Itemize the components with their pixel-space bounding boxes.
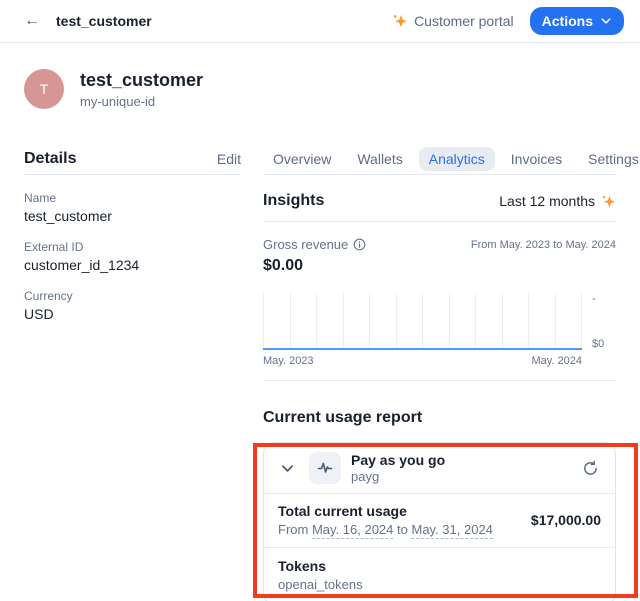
customer-name: test_customer — [80, 70, 203, 91]
tab-invoices[interactable]: Invoices — [501, 147, 572, 171]
tab-wallets[interactable]: Wallets — [347, 147, 412, 171]
details-panel: Details Edit Name test_customer External… — [24, 143, 241, 601]
period-end-date[interactable]: May. 31, 2024 — [411, 522, 492, 539]
field-label: Currency — [24, 289, 241, 303]
usage-card: Pay as you go payg Total current usage F… — [263, 442, 616, 601]
usage-total-label: Total current usage — [278, 503, 493, 519]
tab-settings[interactable]: Settings — [578, 147, 640, 171]
usage-report-heading: Current usage report — [263, 409, 616, 427]
period-word: to — [397, 522, 408, 537]
y-axis-tick: - — [592, 293, 616, 305]
tab-overview[interactable]: Overview — [263, 147, 341, 171]
tab-bar: Overview Wallets Analytics Invoices Sett… — [263, 143, 616, 175]
insights-heading: Insights — [263, 192, 324, 210]
main-panel: Overview Wallets Analytics Invoices Sett… — [263, 143, 616, 601]
avatar: T — [24, 69, 64, 109]
top-bar: ← test_customer Customer portal Actions — [0, 0, 640, 43]
usage-total-amount: $17,000.00 — [531, 512, 601, 528]
refresh-icon[interactable] — [580, 458, 601, 479]
field-label: Name — [24, 191, 241, 205]
detail-field-external-id: External ID customer_id_1234 — [24, 240, 241, 273]
pulse-icon — [309, 452, 341, 484]
charge-name: Tokens — [278, 558, 601, 574]
customer-external-id: my-unique-id — [80, 94, 203, 109]
edit-button[interactable]: Edit — [217, 151, 241, 167]
period-start-date[interactable]: May. 16, 2024 — [312, 522, 393, 539]
topbar-title: test_customer — [56, 13, 152, 29]
field-value: test_customer — [24, 208, 241, 224]
tab-analytics[interactable]: Analytics — [419, 147, 495, 171]
avatar-initial: T — [40, 81, 49, 97]
customer-portal-label: Customer portal — [414, 13, 514, 29]
usage-total-row: Total current usage From May. 16, 2024 t… — [264, 494, 615, 547]
info-icon[interactable] — [353, 238, 366, 251]
period-label: Last 12 months — [499, 193, 595, 209]
period-word: From — [278, 522, 308, 537]
actions-button[interactable]: Actions — [530, 7, 624, 35]
customer-portal-link[interactable]: Customer portal — [392, 13, 514, 29]
customer-page: ← test_customer Customer portal Actions … — [0, 0, 640, 601]
sparkle-icon — [392, 13, 408, 29]
x-axis-tick: May. 2024 — [531, 355, 582, 367]
gross-revenue-label: Gross revenue — [263, 237, 348, 252]
insights-header: Insights Last 12 months — [263, 175, 616, 222]
collapse-chevron-icon[interactable] — [278, 459, 297, 478]
field-label: External ID — [24, 240, 241, 254]
detail-field-currency: Currency USD — [24, 289, 241, 322]
plan-name: Pay as you go — [351, 452, 445, 468]
x-axis-tick: May. 2023 — [263, 355, 314, 367]
details-heading: Details — [24, 150, 76, 168]
field-value: USD — [24, 306, 241, 322]
gross-revenue-amount: $0.00 — [263, 257, 616, 275]
actions-button-label: Actions — [542, 13, 593, 29]
usage-period: From May. 16, 2024 to May. 31, 2024 — [278, 522, 493, 537]
field-value: customer_id_1234 — [24, 257, 241, 273]
y-axis-tick: $0 — [592, 338, 616, 350]
charge-code: openai_tokens — [278, 577, 601, 592]
period-selector[interactable]: Last 12 months — [499, 193, 616, 209]
usage-plan-row[interactable]: Pay as you go payg — [264, 443, 615, 493]
customer-header: T test_customer my-unique-id — [0, 43, 640, 109]
chart-date-range: From May. 2023 to May. 2024 — [471, 239, 616, 251]
usage-charge-row: Tokens openai_tokens — [264, 548, 615, 601]
divider — [263, 380, 616, 381]
chart-line-series — [263, 348, 582, 350]
chevron-down-icon — [600, 15, 612, 27]
sparkle-icon — [601, 194, 616, 209]
plan-code: payg — [351, 469, 445, 484]
back-arrow-icon[interactable]: ← — [24, 12, 48, 30]
gross-revenue-chart: May. 2023 May. 2024 - $0 — [263, 293, 616, 367]
chart-gridlines — [263, 293, 582, 350]
detail-field-name: Name test_customer — [24, 191, 241, 224]
